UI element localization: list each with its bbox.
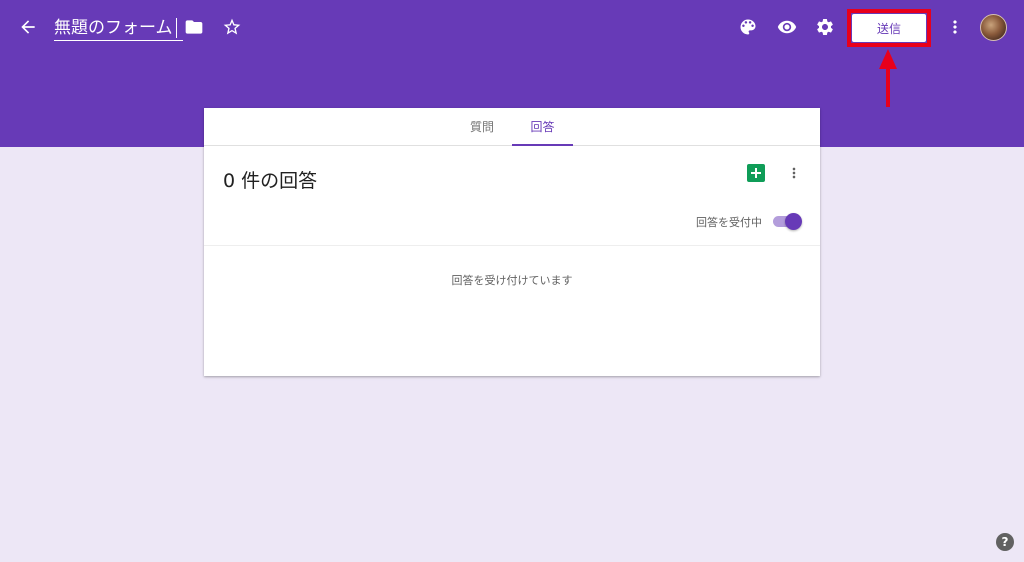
accepting-responses-label: 回答を受付中 [696, 216, 762, 229]
accepting-responses-toggle[interactable] [771, 213, 803, 230]
gear-icon[interactable] [811, 13, 839, 41]
accepting-responses-message: 回答を受け付けています [451, 274, 573, 287]
form-title[interactable]: 無題のフォーム [54, 15, 183, 41]
divider [204, 245, 820, 246]
more-vert-icon[interactable] [941, 13, 969, 41]
toggle-knob [785, 213, 802, 230]
tab-responses[interactable]: 回答 [512, 108, 573, 146]
back-arrow-icon[interactable] [14, 13, 42, 41]
star-icon[interactable] [218, 13, 246, 41]
more-vert-icon[interactable] [785, 163, 803, 183]
folder-icon[interactable] [180, 13, 208, 41]
sheets-icon[interactable] [747, 164, 765, 182]
responses-card: 質問 回答 0 件の回答 回答を受付中 回答を受け付けています [204, 108, 820, 376]
help-icon[interactable]: ? [996, 533, 1014, 551]
tab-bar: 質問 回答 [204, 108, 820, 146]
tab-questions[interactable]: 質問 [460, 108, 504, 146]
arrow-up-annotation [879, 49, 897, 107]
avatar[interactable] [980, 14, 1007, 41]
send-button[interactable]: 送信 [852, 14, 926, 42]
palette-icon[interactable] [734, 13, 762, 41]
eye-icon[interactable] [773, 13, 801, 41]
response-count-title: 0 件の回答 [223, 170, 318, 192]
text-caret [175, 18, 177, 38]
